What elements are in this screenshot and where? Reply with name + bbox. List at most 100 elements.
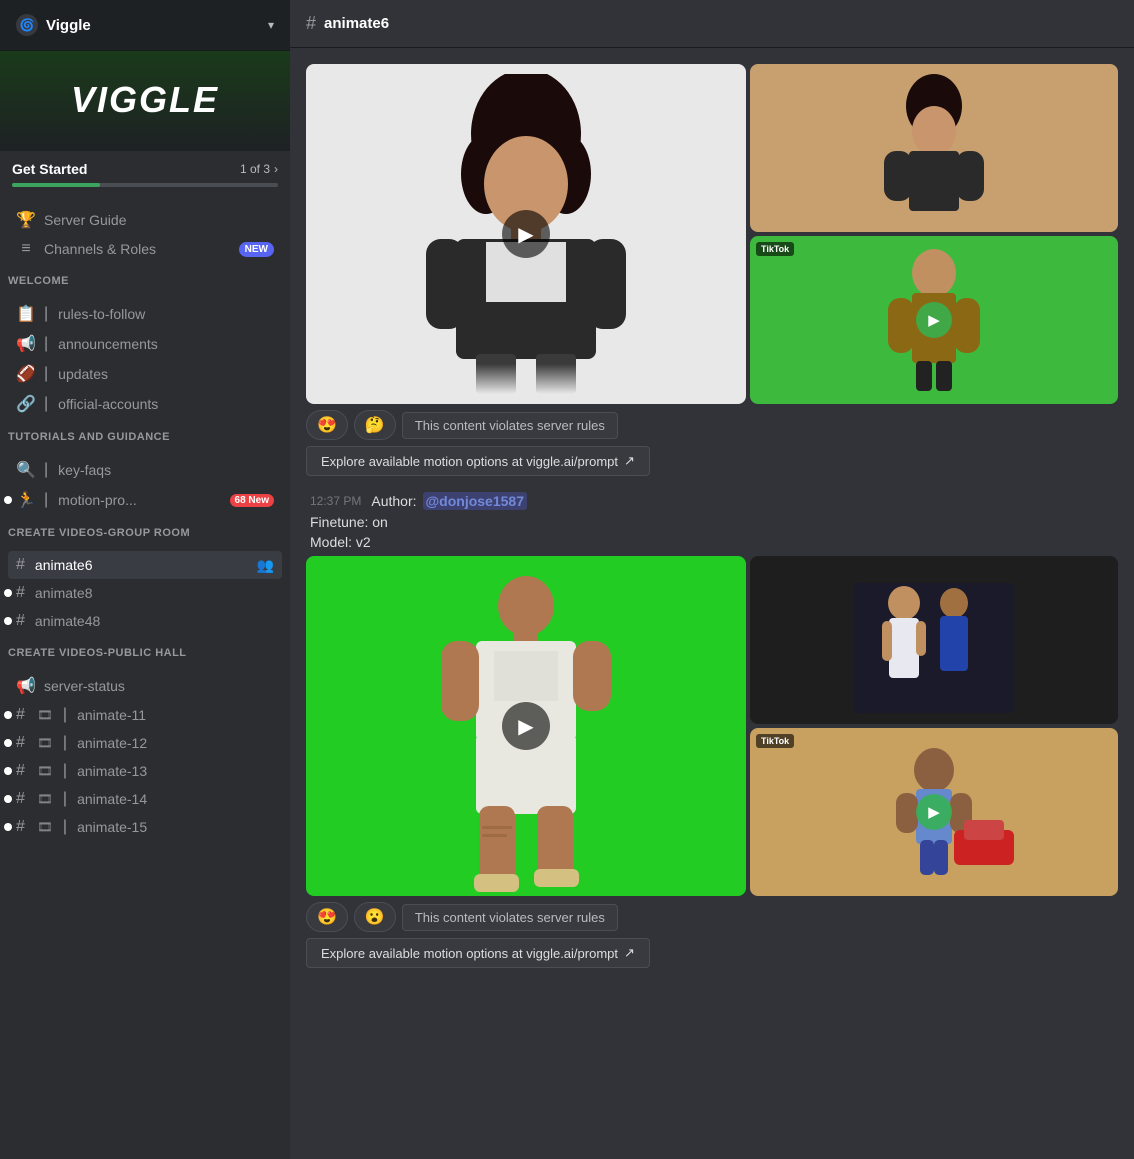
sidebar-item-animate-13[interactable]: # 🎞 | animate-13 [8, 757, 282, 785]
side-image-2b[interactable]: TikTok [750, 728, 1118, 896]
animate8-label: animate8 [35, 585, 274, 601]
unread-indicator [4, 711, 12, 719]
list-icon: ≡ [16, 240, 36, 258]
get-started-section: Get Started 1 of 3 › [0, 151, 290, 197]
sidebar-item-server-guide[interactable]: 🏆 Server Guide [8, 205, 282, 235]
message-images-1: ▶ [306, 64, 1118, 404]
messages-area: ▶ [290, 48, 1134, 1159]
main-content: # animate6 [290, 0, 1134, 1159]
channel-header: # animate6 [290, 0, 1134, 48]
animate6-label: animate6 [35, 557, 249, 573]
sidebar-item-rules[interactable]: 📋 | rules-to-follow [8, 299, 282, 329]
group-room-section-label: CREATE VIDEOS-GROUP ROOM [0, 519, 290, 543]
sidebar-item-animate8[interactable]: # animate8 [8, 579, 282, 607]
tiktok-badge: TikTok [756, 242, 794, 256]
link-icon: 🔗 [16, 394, 36, 414]
viggle-banner: VIGGLE [0, 51, 290, 151]
explore-label-1: Explore available motion options at vigg… [321, 454, 618, 469]
sidebar-item-animate-14[interactable]: # 🎞 | animate-14 [8, 785, 282, 813]
animate-15-label: animate-15 [77, 819, 274, 835]
reaction-bar-2: 😍 😮 This content violates server rules [306, 902, 1118, 932]
new-badge: NEW [239, 242, 274, 257]
sidebar-item-announcements[interactable]: 📢 | announcements [8, 329, 282, 359]
unread-count-badge: 68 New [230, 494, 274, 507]
progress-bar-fill [12, 183, 100, 187]
public-hall-section-label: CREATE VIDEOS-PUBLIC HALL [0, 639, 290, 663]
top-nav-section: 🏆 Server Guide ≡ Channels & Roles NEW [0, 197, 290, 267]
football-icon: 🏈 [16, 364, 36, 384]
unread-indicator [4, 767, 12, 775]
side-image-1a[interactable] [750, 64, 1118, 232]
motion-pro-label: motion-pro... [58, 492, 221, 508]
sidebar: 🌀 Viggle ▾ VIGGLE Get Started 1 of 3 › 🏆… [0, 0, 290, 1159]
main-video-1[interactable]: ▶ [306, 64, 746, 404]
chevron-down-icon: ▾ [268, 18, 274, 32]
reaction-bar-1: 😍 🤔 This content violates server rules [306, 410, 1118, 440]
chevron-right-icon: › [274, 162, 278, 176]
server-name: Viggle [46, 17, 91, 34]
report-btn-1[interactable]: This content violates server rules [402, 412, 618, 439]
unread-indicator [4, 739, 12, 747]
author-prefix: Author: [371, 493, 416, 509]
play-button-side-1b[interactable]: ▶ [916, 302, 952, 338]
add-user-icon[interactable]: 👥 [257, 557, 274, 574]
group-room-section: # animate6 👥 # animate8 # animate48 [0, 543, 290, 639]
report-btn-2[interactable]: This content violates server rules [402, 904, 618, 931]
side-image-1b[interactable]: TikTok ▶ [750, 236, 1118, 404]
sidebar-item-animate6[interactable]: # animate6 👥 [8, 551, 282, 579]
explore-btn-2[interactable]: Explore available motion options at vigg… [306, 938, 650, 968]
side-images-2: TikTok [750, 556, 1118, 896]
film-icon: 🎞 [35, 820, 55, 834]
side-images-1: TikTok ▶ [750, 64, 1118, 404]
sidebar-item-official-accounts[interactable]: 🔗 | official-accounts [8, 389, 282, 419]
film-icon: 🎞 [35, 708, 55, 722]
explore-bar-2: Explore available motion options at vigg… [306, 938, 1118, 968]
progress-bar-background [12, 183, 278, 187]
reaction-surprised-btn-2[interactable]: 😮 [354, 902, 396, 932]
sidebar-item-key-faqs[interactable]: 🔍 | key-faqs [8, 455, 282, 485]
sidebar-item-server-status[interactable]: 📢 server-status [8, 671, 282, 701]
play-button-2[interactable]: ▶ [502, 702, 550, 750]
play-button-side-2b[interactable]: ▶ [916, 794, 952, 830]
reaction-thinking-btn-1[interactable]: 🤔 [354, 410, 396, 440]
get-started-title: Get Started [12, 161, 87, 177]
sidebar-item-animate-15[interactable]: # 🎞 | animate-15 [8, 813, 282, 841]
author-mention: @donjose1587 [423, 492, 527, 510]
server-icon: 🌀 [16, 14, 38, 36]
explore-bar-1: Explore available motion options at vigg… [306, 446, 1118, 476]
animate-14-label: animate-14 [77, 791, 274, 807]
search-icon: 🔍 [16, 460, 36, 480]
key-faqs-label: key-faqs [58, 462, 274, 478]
film-icon: 🎞 [35, 792, 55, 806]
server-header[interactable]: 🌀 Viggle ▾ [0, 0, 290, 51]
rules-label: rules-to-follow [58, 306, 274, 322]
message-block-1: ▶ [306, 64, 1118, 476]
explore-btn-1[interactable]: Explore available motion options at vigg… [306, 446, 650, 476]
main-video-2[interactable]: ▶ [306, 556, 746, 896]
tutorials-section: 🔍 | key-faqs 🏃 | motion-pro... 68 New [0, 447, 290, 519]
animate-13-label: animate-13 [77, 763, 274, 779]
message-timestamp: 12:37 PM [310, 494, 361, 508]
sidebar-item-animate-12[interactable]: # 🎞 | animate-12 [8, 729, 282, 757]
sidebar-item-animate-11[interactable]: # 🎞 | animate-11 [8, 701, 282, 729]
unread-indicator [4, 496, 12, 504]
get-started-count: 1 of 3 › [240, 162, 278, 176]
tiktok-badge-2: TikTok [756, 734, 794, 748]
play-button-1[interactable]: ▶ [502, 210, 550, 258]
reaction-love-btn-2[interactable]: 😍 [306, 902, 348, 932]
clipboard-icon: 📋 [16, 304, 36, 324]
reaction-love-btn-1[interactable]: 😍 [306, 410, 348, 440]
welcome-section: 📋 | rules-to-follow 📢 | announcements 🏈 … [0, 291, 290, 423]
explore-label-2: Explore available motion options at vigg… [321, 946, 618, 961]
sidebar-item-motion-pro[interactable]: 🏃 | motion-pro... 68 New [8, 485, 282, 515]
animate48-label: animate48 [35, 613, 274, 629]
tutorials-section-label: TUTORIALS AND GUIDANCE [0, 423, 290, 447]
side-image-2a[interactable] [750, 556, 1118, 724]
unread-indicator [4, 823, 12, 831]
sidebar-item-updates[interactable]: 🏈 | updates [8, 359, 282, 389]
unread-indicator [4, 795, 12, 803]
sidebar-item-animate48[interactable]: # animate48 [8, 607, 282, 635]
sidebar-item-channels-roles[interactable]: ≡ Channels & Roles NEW [8, 235, 282, 263]
external-link-icon-1: ↗ [624, 453, 635, 469]
runner-icon: 🏃 [16, 490, 36, 510]
